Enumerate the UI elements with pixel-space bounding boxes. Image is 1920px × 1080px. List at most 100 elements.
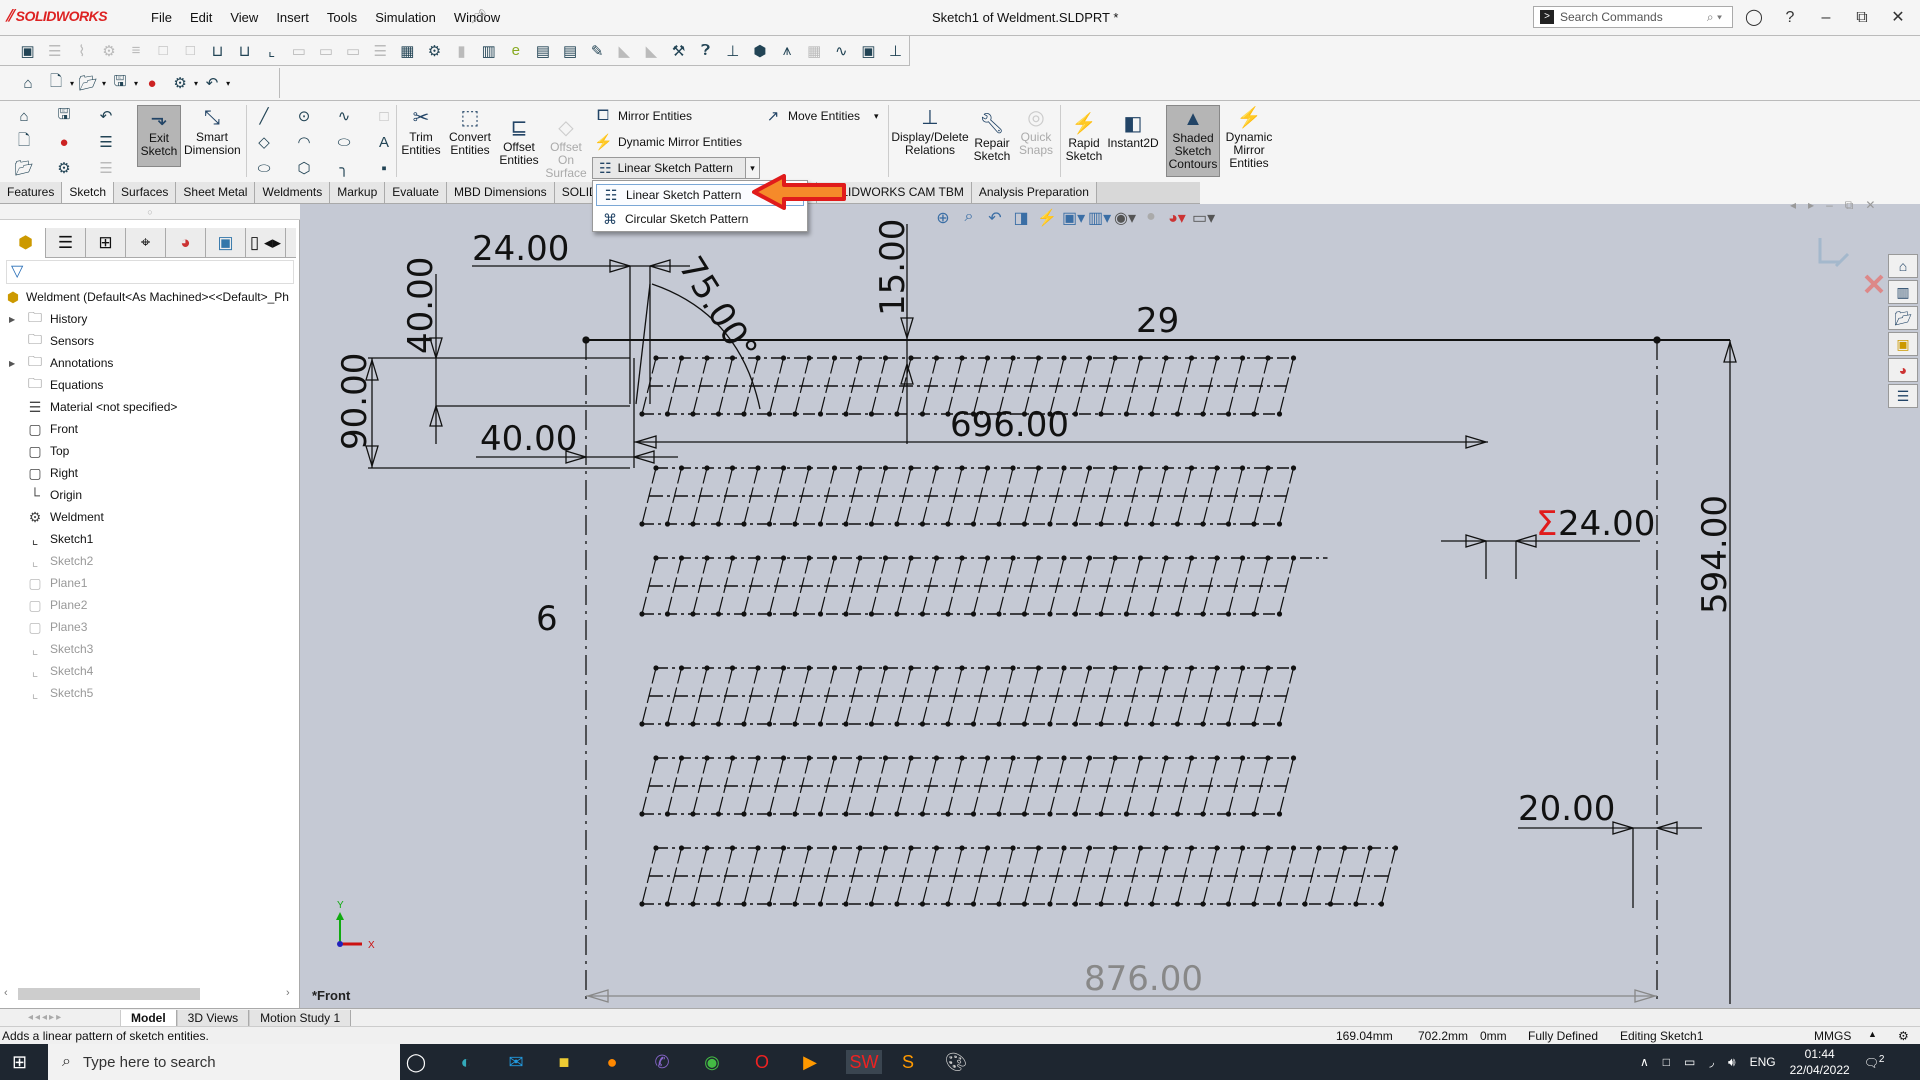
exit-sketch-button[interactable]: ⬎ Exit Sketch <box>137 105 181 167</box>
help-bubble-icon[interactable]: ❓︎ <box>695 40 716 62</box>
corner-icon[interactable]: ◣ <box>641 40 662 62</box>
trim-entities-button[interactable]: ✂ Trim Entities <box>400 105 442 157</box>
tab-markup[interactable]: Markup <box>330 182 386 203</box>
sublime-icon[interactable]: S <box>896 1050 920 1074</box>
tree-item-weldment[interactable]: ⚙ Weldment <box>0 506 300 528</box>
tab-motion-study[interactable]: Motion Study 1 <box>249 1009 352 1026</box>
dim-6[interactable]: 6 <box>536 599 558 639</box>
notifications-icon[interactable]: 🗨︎2 <box>1864 1054 1885 1070</box>
tab-model[interactable]: Model <box>120 1009 177 1026</box>
language-indicator[interactable]: ENG <box>1750 1055 1776 1069</box>
graphics-area[interactable]: 24.00 75.00° 15.00 29 40.00 90.00 40.00 … <box>300 198 1920 1008</box>
rectangle-icon[interactable]: ◇ <box>253 131 275 153</box>
scrollbar-thumb[interactable] <box>18 988 200 1000</box>
search-icon[interactable]: ⌕ ▾ <box>1707 10 1722 25</box>
tab-evaluate[interactable]: Evaluate <box>385 182 447 203</box>
property-manager-tab-icon[interactable]: ☰ <box>46 228 86 258</box>
new-document-icon[interactable]: 🗋︎ <box>45 72 67 94</box>
rebuild-icon[interactable]: ● <box>141 72 163 94</box>
graph-icon[interactable]: ▤ <box>560 40 581 62</box>
tree-item-top[interactable]: ▢ Top <box>0 440 300 462</box>
tab-navigation-icons[interactable]: ◂◂◂▸▸ <box>0 1012 120 1023</box>
opera-icon[interactable]: O <box>750 1050 774 1074</box>
dynamic-annotation-icon[interactable]: ⚡ <box>1036 208 1058 228</box>
chamfer-icon[interactable]: ▭ <box>288 40 309 62</box>
help-icon[interactable]: ? <box>1778 6 1802 30</box>
solidworks-logo[interactable]: ⫽ SOLIDWORKS <box>6 8 108 26</box>
numbered-list-icon[interactable]: ☰ <box>370 40 391 62</box>
viewport-restore-icon[interactable]: ⧉ <box>1845 198 1854 213</box>
media-player-icon[interactable]: ▶ <box>798 1050 822 1074</box>
e-icon[interactable]: e <box>505 40 526 62</box>
firefox-icon[interactable]: ● <box>600 1050 624 1074</box>
more-tab-icon[interactable]: ▯ ◂▸ <box>246 228 286 258</box>
spring-icon[interactable]: ∿ <box>831 40 852 62</box>
weld-bead-icon[interactable]: ⌇ <box>71 40 92 62</box>
undo-dropdown-icon[interactable]: ▾ <box>226 79 230 88</box>
framed-icon[interactable]: ▣ <box>858 40 879 62</box>
cam-tab-icon[interactable]: ▣ <box>206 228 246 258</box>
stamp-icon[interactable]: ⊥ <box>722 40 743 62</box>
extruded-cut-icon[interactable]: ⊔ <box>207 40 228 62</box>
repair-sketch-button[interactable]: 🔧︎ Repair Sketch <box>972 111 1012 163</box>
custom-properties-icon[interactable]: ☰ <box>1888 384 1918 408</box>
fillet-icon[interactable]: ▭ <box>315 40 336 62</box>
instant2d-button[interactable]: ◧ Instant2D <box>1106 111 1160 150</box>
file-explorer-icon[interactable]: 📂︎ <box>1888 306 1918 330</box>
quick-snaps-button[interactable]: ◎ Quick Snaps <box>1016 105 1056 157</box>
scroll-left-icon[interactable]: ‹ <box>4 987 8 999</box>
view-palette-icon[interactable]: ▣ <box>1888 332 1918 356</box>
file-properties-icon[interactable]: ☰ <box>95 131 117 153</box>
smart-dimension-button[interactable]: ⤡ Smart Dimension <box>184 105 241 157</box>
solidworks-2020-icon[interactable]: SW <box>846 1050 882 1074</box>
wifi-icon[interactable]: ◞ <box>1709 1055 1714 1069</box>
tree-item-right[interactable]: ▢ Right <box>0 462 300 484</box>
cnc-icon[interactable]: ⊥ <box>885 40 906 62</box>
cut-list-icon[interactable]: ▭ <box>343 40 364 62</box>
spline-icon[interactable]: ∿ <box>333 105 355 127</box>
tree-item-front[interactable]: ▢ Front <box>0 418 300 440</box>
menu-file[interactable]: File <box>142 10 181 25</box>
point-icon[interactable]: ▪ <box>373 157 395 179</box>
options-icon[interactable]: ⚙ <box>169 72 191 94</box>
dynamic-mirror-button[interactable]: ⚡ Dynamic Mirror Entities <box>594 133 742 151</box>
fillet-icon[interactable]: ╮ <box>333 157 355 179</box>
paint-icon[interactable]: 🎨︎ <box>944 1050 968 1074</box>
dim-40-vertical[interactable]: 40.00 <box>401 257 441 354</box>
axis-icon[interactable]: ⩚ <box>777 40 798 62</box>
dim-696[interactable]: 696.00 <box>950 405 1069 445</box>
tree-item-plane1[interactable]: ▢ Plane1 <box>0 572 300 594</box>
cl-icon[interactable]: □ <box>180 40 201 62</box>
offset-entities-button[interactable]: ⊑ Offset Entities <box>496 115 542 167</box>
tree-item-sketch3[interactable]: ⌞ Sketch3 <box>0 638 300 660</box>
home-icon[interactable]: ⌂ <box>13 105 35 127</box>
options-dropdown-icon[interactable]: ▾ <box>194 79 198 88</box>
search-commands-input[interactable]: > Search Commands ⌕ ▾ <box>1533 6 1733 28</box>
tree-item-equations[interactable]: 🗀︎ Equations <box>0 374 300 396</box>
tab-surfaces[interactable]: Surfaces <box>114 182 177 203</box>
mate-icon[interactable]: ▮ <box>451 40 472 62</box>
solidworks-resources-icon[interactable]: ⌂ <box>1888 254 1918 278</box>
viber-icon[interactable]: ✆ <box>650 1050 674 1074</box>
end-cap-icon[interactable]: ≡ <box>126 40 147 62</box>
tree-item-sketch1[interactable]: ⌞ Sketch1 <box>0 528 300 550</box>
display-style-icon[interactable]: ▥▾ <box>1088 208 1111 228</box>
weldment-icon[interactable]: ▣ <box>17 40 38 62</box>
viewport-close-icon[interactable]: ✕ <box>1865 198 1875 213</box>
view-orientation-icon[interactable]: ▣▾ <box>1062 208 1085 228</box>
apply-scene-icon[interactable]: ◕▾ <box>1166 208 1188 228</box>
dim-90[interactable]: 90.00 <box>335 353 375 450</box>
tab-analysis-preparation[interactable]: Analysis Preparation <box>971 182 1097 203</box>
hole-wizard-icon[interactable]: ⊔ <box>234 40 255 62</box>
tree-item-material-not-specified[interactable]: ☰ Material <not specified> <box>0 396 300 418</box>
undo-icon[interactable]: ↶ <box>201 72 223 94</box>
new-dropdown-icon[interactable]: ▾ <box>70 79 74 88</box>
dim-20[interactable]: 20.00 <box>1518 789 1615 829</box>
line-icon[interactable]: ╱ <box>253 105 275 127</box>
volume-icon[interactable]: 🔊︎ <box>1728 1055 1736 1070</box>
tree-horizontal-scrollbar[interactable]: ‹ › <box>0 984 298 1002</box>
dim-sum-24[interactable]: 24.00 <box>1558 504 1655 544</box>
tab-mbd-dimensions[interactable]: MBD Dimensions <box>446 182 555 203</box>
arc-icon[interactable]: ◠ <box>293 131 315 153</box>
tab-3d-views[interactable]: 3D Views <box>176 1009 250 1026</box>
